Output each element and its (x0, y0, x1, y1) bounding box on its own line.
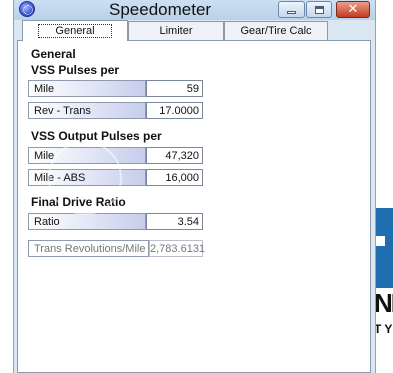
speedometer-window: Speedometer ✕ General Limiter Gear/Tire … (13, 0, 376, 373)
background-text-fragment: NI (374, 288, 393, 318)
vss-output-mile-label: Mile (28, 147, 146, 164)
vss-output-mile-field[interactable]: 47,320 (146, 147, 203, 164)
final-drive-ratio-label: Ratio (28, 213, 146, 230)
vss-output-mile-abs-field[interactable]: 16,000 (146, 169, 203, 186)
tab-general-label: General (38, 24, 112, 38)
window-title: Speedometer (109, 0, 212, 19)
vss-pulses-mile-label: Mile (28, 80, 146, 97)
background-text-fragment-2: TY (374, 322, 393, 336)
tab-gear-tire-calc[interactable]: Gear/Tire Calc (224, 21, 328, 40)
vss-pulses-rev-trans-label: Rev - Trans (28, 102, 146, 119)
final-drive-heading: Final Drive Ratio (31, 195, 126, 209)
vss-pulses-mile-field[interactable]: 59 (146, 80, 203, 97)
tab-gear-tire-calc-label: Gear/Tire Calc (240, 25, 312, 37)
tab-limiter[interactable]: Limiter (128, 21, 224, 40)
general-tab-panel: General VSS Pulses per Mile 59 Rev - Tra… (17, 40, 371, 373)
tab-limiter-label: Limiter (159, 25, 193, 37)
vss-pulses-heading: VSS Pulses per (31, 63, 120, 77)
background-blue-block (375, 208, 393, 288)
tab-general[interactable]: General (22, 20, 128, 41)
general-heading: General (31, 47, 76, 61)
vss-pulses-rev-trans-field[interactable]: 17.0000 (146, 102, 203, 119)
maximize-button[interactable] (306, 1, 332, 18)
trans-revolutions-label: Trans Revolutions/Mile (28, 240, 149, 257)
minimize-icon (287, 11, 296, 14)
vss-output-heading: VSS Output Pulses per (31, 129, 162, 143)
minimize-button[interactable] (278, 1, 305, 18)
maximize-icon (314, 5, 324, 14)
final-drive-ratio-field[interactable]: 3.54 (146, 213, 203, 230)
vss-output-mile-abs-label: Mile - ABS (28, 169, 146, 186)
close-button[interactable]: ✕ (336, 1, 370, 18)
close-icon: ✕ (347, 2, 359, 17)
trans-revolutions-field: 2,783.6131 (149, 240, 205, 257)
speedometer-app-icon[interactable] (19, 1, 35, 17)
title-bar[interactable]: Speedometer ✕ (14, 0, 375, 20)
